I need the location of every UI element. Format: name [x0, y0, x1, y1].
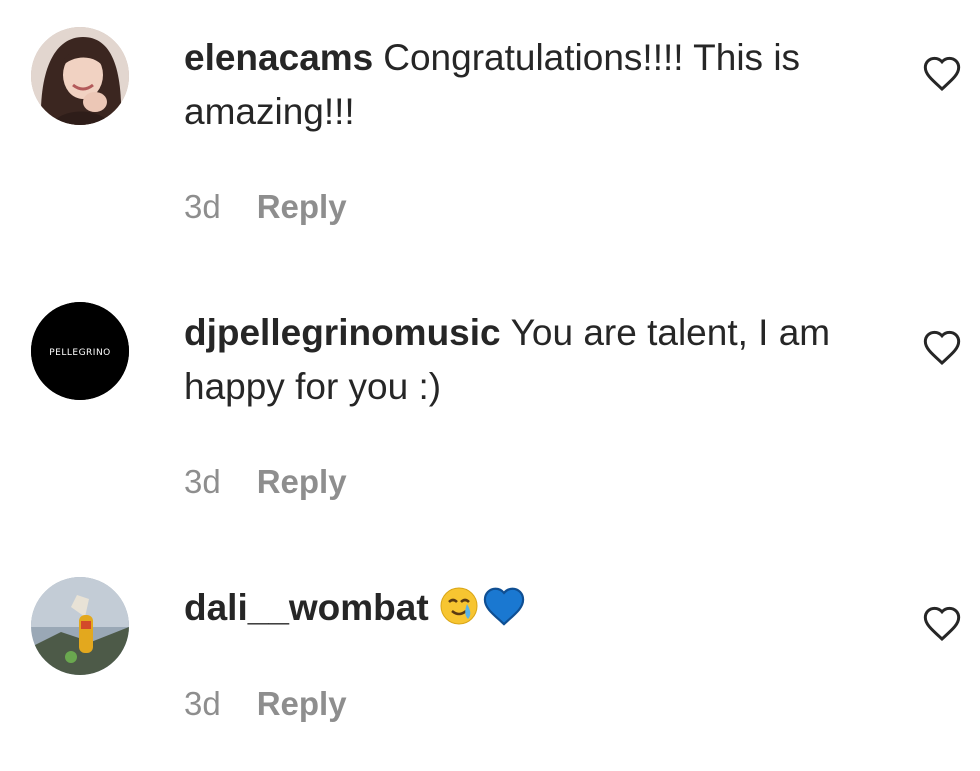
comment-timestamp[interactable]: 3d: [184, 188, 221, 225]
username-link[interactable]: dali__wombat: [184, 587, 429, 628]
avatar[interactable]: [31, 27, 129, 125]
comment-meta: 3d Reply: [184, 188, 347, 226]
blue-heart-emoji: [481, 586, 527, 641]
heart-outline-icon[interactable]: [921, 604, 963, 644]
reply-button[interactable]: Reply: [257, 685, 347, 722]
avatar[interactable]: PELLEGRINO: [31, 302, 129, 400]
reply-button[interactable]: Reply: [257, 463, 347, 500]
comment-timestamp[interactable]: 3d: [184, 463, 221, 500]
comment-timestamp[interactable]: 3d: [184, 685, 221, 722]
avatar[interactable]: [31, 577, 129, 675]
comment-meta: 3d Reply: [184, 463, 347, 501]
heart-outline-icon[interactable]: [921, 54, 963, 94]
username-link[interactable]: djpellegrinomusic: [184, 312, 501, 353]
comment-text-block: djpellegrinomusic You are talent, I am ha…: [184, 306, 884, 414]
comment-meta: 3d Reply: [184, 685, 347, 723]
reply-button[interactable]: Reply: [257, 188, 347, 225]
crying-smile-emoji: [439, 586, 479, 641]
username-link[interactable]: elenacams: [184, 37, 373, 78]
heart-outline-icon[interactable]: [921, 328, 963, 368]
comment-text-block: dali__wombat: [184, 581, 884, 641]
avatar-logo-text: PELLEGRINO: [49, 348, 111, 358]
comment-text-block: elenacams Congratulations!!!! This is ama…: [184, 31, 884, 139]
